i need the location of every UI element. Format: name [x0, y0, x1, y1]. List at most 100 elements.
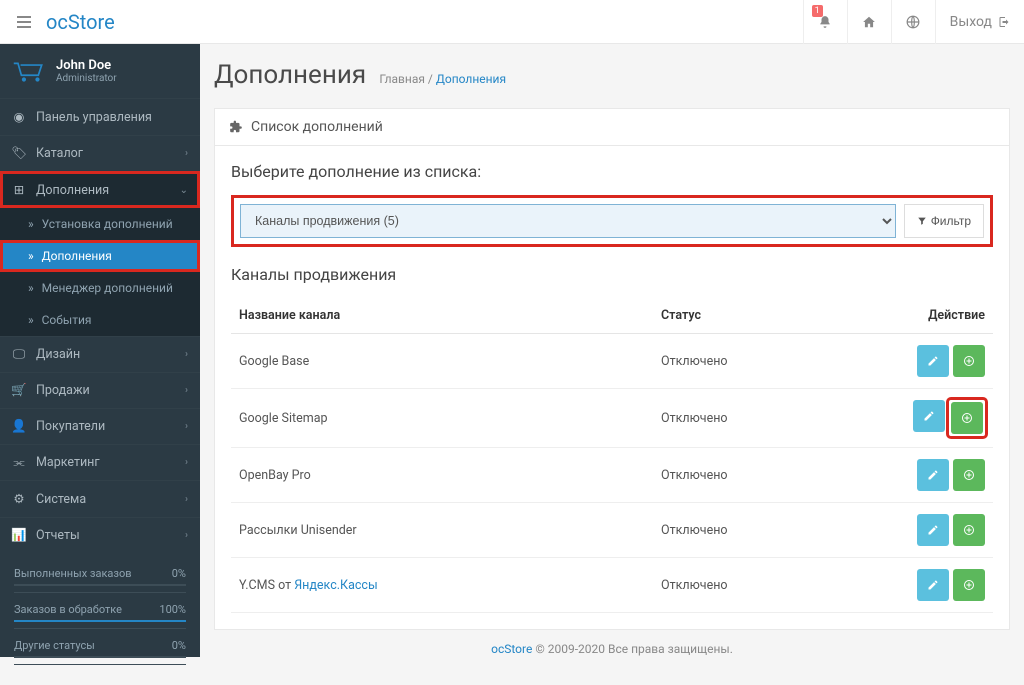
nav-system[interactable]: ⚙Система›	[0, 481, 200, 517]
sidebar-stats: Выполненных заказов0% Заказов в обработке…	[0, 553, 200, 685]
cell-action	[853, 558, 993, 613]
chevron-right-icon: ›	[185, 457, 188, 468]
row-link[interactable]: Яндекс.Кассы	[294, 578, 377, 593]
logout-icon	[998, 16, 1010, 28]
edit-button[interactable]	[917, 459, 949, 491]
cell-name: Y.CMS от Яндекс.Кассы	[231, 558, 653, 613]
table-row: Google BaseОтключено	[231, 334, 993, 389]
share-icon: ⫘	[12, 455, 26, 470]
subnav-extensions[interactable]: »Дополнения	[0, 240, 200, 272]
col-action: Действие	[853, 298, 993, 334]
col-status: Статус	[653, 298, 853, 334]
install-button[interactable]	[953, 459, 985, 491]
edit-button[interactable]	[917, 514, 949, 546]
dashboard-icon: ◉	[12, 109, 26, 125]
logout-button[interactable]: Выход	[935, 0, 1024, 44]
raquo-icon: »	[28, 313, 34, 327]
cell-status: Отключено	[653, 334, 853, 389]
chevron-right-icon: ›	[185, 530, 188, 541]
install-button[interactable]	[951, 402, 983, 434]
edit-button[interactable]	[913, 400, 945, 432]
select-label: Выберите дополнение из списка:	[231, 162, 993, 181]
nav-customers[interactable]: 👤Покупатели›	[0, 409, 200, 444]
cell-status: Отключено	[653, 448, 853, 503]
puzzle-icon	[229, 120, 243, 134]
table-row: Google SitemapОтключено	[231, 389, 993, 448]
nav-dashboard[interactable]: ◉Панель управления	[0, 99, 200, 135]
cell-action	[853, 503, 993, 558]
footer-text: © 2009-2020 Все права защищены.	[532, 642, 733, 656]
sidebar: John Doe Administrator ◉Панель управлени…	[0, 44, 200, 657]
notifications-button[interactable]: 1	[803, 0, 847, 44]
table-row: Y.CMS от Яндекс.КассыОтключено	[231, 558, 993, 613]
chevron-right-icon: ›	[185, 349, 188, 360]
raquo-icon: »	[28, 249, 34, 263]
chevron-right-icon: ›	[185, 385, 188, 396]
main-content: Дополнения Главная / Дополнения Список д…	[200, 44, 1024, 657]
cart-icon	[12, 60, 46, 82]
desktop-icon: 🖵	[12, 347, 26, 362]
edit-button[interactable]	[917, 569, 949, 601]
header-right: 1 Выход	[803, 0, 1024, 43]
puzzle-icon: ⊞	[12, 182, 26, 198]
brand-logo[interactable]: ocStore	[46, 10, 115, 34]
filter-row: Каналы продвижения (5) Фильтр	[231, 195, 993, 247]
extension-type-select[interactable]: Каналы продвижения (5)	[240, 204, 896, 238]
nav-extensions[interactable]: ⊞Дополнения⌄	[0, 172, 200, 208]
cart-nav-icon: 🛒	[12, 383, 26, 398]
extensions-panel: Список дополнений Выберите дополнение из…	[214, 108, 1010, 630]
nav-reports[interactable]: 📊Отчеты›	[0, 518, 200, 553]
cell-name: Рассылки Unisender	[231, 503, 653, 558]
cell-name: OpenBay Pro	[231, 448, 653, 503]
install-button[interactable]	[953, 569, 985, 601]
cell-name: Google Base	[231, 334, 653, 389]
logout-label: Выход	[950, 14, 992, 30]
chart-icon: 📊	[12, 528, 26, 543]
table-row: Рассылки UnisenderОтключено	[231, 503, 993, 558]
tag-icon: 🏷	[12, 146, 26, 161]
install-button[interactable]	[953, 514, 985, 546]
nav-design[interactable]: 🖵Дизайн›	[0, 337, 200, 372]
chevron-right-icon: ›	[185, 421, 188, 432]
edit-button[interactable]	[917, 345, 949, 377]
cell-action	[853, 448, 993, 503]
subnav-events[interactable]: »События	[0, 304, 200, 336]
table-title: Каналы продвижения	[231, 265, 993, 284]
home-icon	[862, 15, 876, 29]
cell-status: Отключено	[653, 389, 853, 448]
chevron-down-icon: ⌄	[180, 185, 188, 196]
footer: ocStore © 2009-2020 Все права защищены. …	[214, 630, 1010, 657]
footer-brand[interactable]: ocStore	[491, 642, 532, 656]
filter-icon	[917, 216, 927, 226]
user-name: John Doe	[56, 58, 117, 73]
user-icon: 👤	[12, 419, 26, 434]
nav-sales[interactable]: 🛒Продажи›	[0, 373, 200, 408]
install-button[interactable]	[953, 345, 985, 377]
world-button[interactable]	[891, 0, 935, 44]
notif-badge: 1	[812, 5, 823, 17]
subnav-modifications[interactable]: »Менеджер дополнений	[0, 272, 200, 304]
nav-catalog[interactable]: 🏷Каталог›	[0, 136, 200, 171]
extensions-table: Название канала Статус Действие Google B…	[231, 298, 993, 613]
crumb-home[interactable]: Главная	[379, 72, 425, 86]
table-row: OpenBay ProОтключено	[231, 448, 993, 503]
brand-prefix: oc	[46, 10, 68, 34]
top-header: ocStore 1 Выход	[0, 0, 1024, 44]
home-button[interactable]	[847, 0, 891, 44]
filter-button[interactable]: Фильтр	[904, 204, 984, 238]
stat-item: Заказов в обработке100%	[14, 603, 186, 629]
subnav-installer[interactable]: »Установка дополнений	[0, 208, 200, 240]
menu-toggle-button[interactable]	[10, 8, 38, 36]
breadcrumb: Главная / Дополнения	[379, 72, 506, 86]
stat-item: Выполненных заказов0%	[14, 567, 186, 593]
bell-icon	[818, 15, 832, 29]
raquo-icon: »	[28, 281, 34, 295]
col-name: Название канала	[231, 298, 653, 334]
user-role: Administrator	[56, 73, 117, 84]
cell-status: Отключено	[653, 503, 853, 558]
nav-marketing[interactable]: ⫘Маркетинг›	[0, 445, 200, 480]
crumb-current[interactable]: Дополнения	[436, 72, 506, 86]
gear-icon: ⚙	[12, 491, 26, 507]
page-title: Дополнения	[214, 60, 366, 90]
header-left: ocStore	[0, 8, 115, 36]
